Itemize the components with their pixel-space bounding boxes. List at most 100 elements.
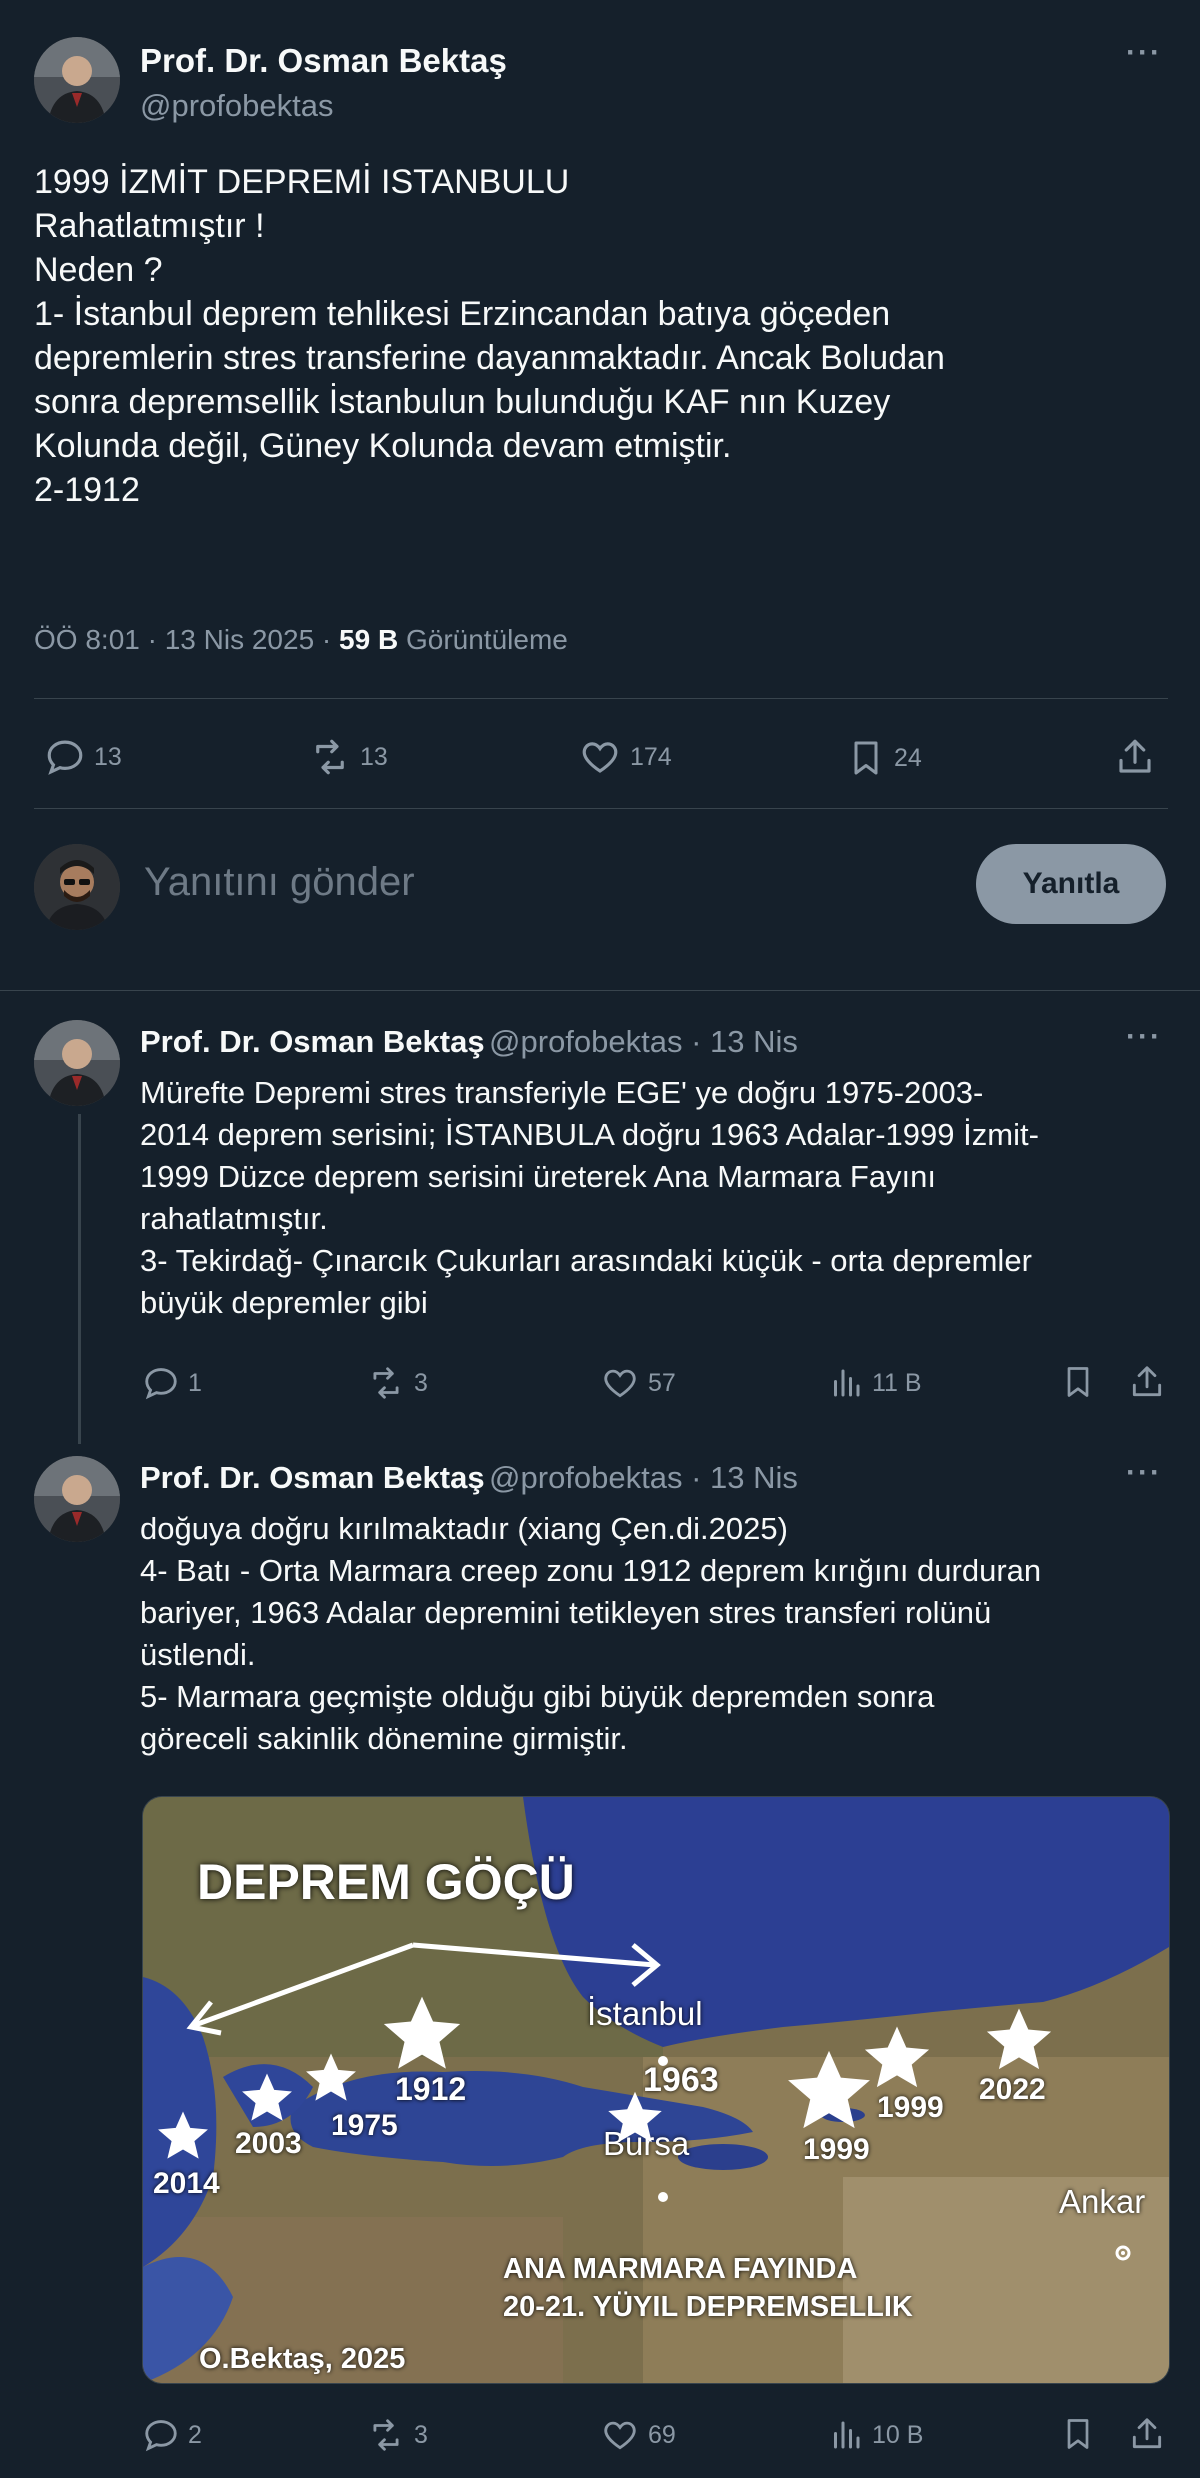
like-button[interactable]: 174 xyxy=(578,736,672,778)
map-caption: ANA MARMARA FAYINDA xyxy=(503,2253,858,2285)
more-options-icon[interactable]: ··· xyxy=(1126,1456,1162,1490)
thread-connector xyxy=(78,1114,81,1444)
reply-body: Mürefte Depremi stres transferiyle EGE' … xyxy=(140,1072,1170,1324)
analytics-icon xyxy=(834,2421,860,2449)
reply-line: rahatlatmıştır. xyxy=(140,1201,328,1236)
views-button[interactable]: 10 B xyxy=(828,2416,923,2454)
author-name[interactable]: Prof. Dr. Osman Bektaş xyxy=(140,1460,485,1495)
reply-line: bariyer, 1963 Adalar depremini tetikleye… xyxy=(140,1595,992,1630)
tweet-line: sonra depremsellik İstanbulun bulunduğu … xyxy=(34,383,891,421)
author-handle[interactable]: @profobektas xyxy=(140,88,333,124)
divider xyxy=(0,990,1200,991)
retweet-icon xyxy=(373,2419,399,2451)
city-label-ankara: Ankar xyxy=(1059,2183,1146,2220)
share-icon xyxy=(1132,2418,1162,2449)
divider xyxy=(34,698,1168,699)
bookmark-icon xyxy=(1067,2419,1089,2449)
handle-and-time[interactable]: @profobektas · 13 Nis xyxy=(489,1460,798,1495)
tweet-line: depremlerin stres transferine dayanmakta… xyxy=(34,339,945,377)
year-label: 1999 xyxy=(803,2133,870,2166)
like-count: 69 xyxy=(648,2420,676,2449)
share-button[interactable] xyxy=(1128,2414,1166,2454)
more-options-icon[interactable]: ··· xyxy=(1126,1020,1162,1054)
person-icon xyxy=(34,1020,120,1106)
reply-button[interactable]: 2 xyxy=(142,2416,202,2454)
tweet-body: 1999 İZMİT DEPREMİ ISTANBULU Rahatlatmış… xyxy=(34,160,1174,512)
tweet-line: Kolunda değil, Güney Kolunda devam etmiş… xyxy=(34,427,732,465)
retweet-count: 3 xyxy=(414,2420,428,2449)
divider xyxy=(34,808,1168,809)
bookmark-button[interactable] xyxy=(1060,2414,1096,2454)
tweet-timestamp[interactable]: ÖÖ 8:01 · 13 Nis 2025 · xyxy=(34,624,339,655)
like-button[interactable]: 57 xyxy=(600,1364,676,1402)
tweet-meta: ÖÖ 8:01 · 13 Nis 2025 · 59 B Görüntüleme xyxy=(34,624,568,656)
bookmark-count: 24 xyxy=(894,743,922,772)
bookmark-button[interactable]: 24 xyxy=(846,736,922,780)
like-count: 174 xyxy=(630,742,672,771)
retweet-button[interactable]: 3 xyxy=(366,1364,428,1402)
analytics-icon xyxy=(834,1369,860,1397)
retweet-count: 13 xyxy=(360,742,388,771)
bookmark-icon xyxy=(1067,1367,1089,1397)
map-caption: 20-21. YÜYIL DEPREMSELLIK xyxy=(503,2291,913,2323)
reply-count: 2 xyxy=(188,2420,202,2449)
retweet-button[interactable]: 13 xyxy=(308,736,388,778)
city-dot-icon xyxy=(658,2192,668,2202)
reply-button[interactable]: 1 xyxy=(142,1364,202,1402)
author-name[interactable]: Prof. Dr. Osman Bektaş xyxy=(140,1024,485,1059)
reply-line: göreceli sakinlik dönemine girmiştir. xyxy=(140,1721,628,1756)
share-button[interactable] xyxy=(1128,1362,1166,1402)
reply-icon xyxy=(47,740,83,775)
person-icon xyxy=(34,37,120,123)
tweet-line: 2-1912 xyxy=(34,471,140,509)
year-label: 2014 xyxy=(153,2167,220,2200)
share-icon xyxy=(1132,1366,1162,1397)
reply-count: 13 xyxy=(94,742,122,771)
reply-submit-button[interactable]: Yanıtla xyxy=(976,844,1166,924)
earthquake-star-icon xyxy=(864,2026,930,2088)
retweet-icon xyxy=(373,1367,399,1399)
handle-and-time[interactable]: @profobektas · 13 Nis xyxy=(489,1024,798,1059)
reply-input[interactable]: Yanıtını gönder xyxy=(144,860,415,905)
reply-button[interactable]: 13 xyxy=(44,736,122,778)
like-button[interactable]: 69 xyxy=(600,2416,676,2454)
reply-line: üstlendi. xyxy=(140,1637,256,1672)
retweet-count: 3 xyxy=(414,1368,428,1397)
share-button[interactable] xyxy=(1114,736,1156,778)
reply-line: 5- Marmara geçmişte olduğu gibi büyük de… xyxy=(140,1679,935,1714)
year-label: 1975 xyxy=(331,2109,398,2142)
author-avatar[interactable] xyxy=(34,1456,120,1542)
heart-icon xyxy=(604,1369,636,1398)
reply-header: Prof. Dr. Osman Bektaş @profobektas · 13… xyxy=(140,1460,798,1496)
tweet-line: Rahatlatmıştır ! xyxy=(34,207,265,245)
reply-line: 2014 deprem serisini; İSTANBULA doğru 19… xyxy=(140,1117,1039,1152)
view-label: Görüntüleme xyxy=(405,624,568,655)
bookmark-button[interactable] xyxy=(1060,1362,1096,1402)
reply-line: 3- Tekirdağ- Çınarcık Çukurları arasında… xyxy=(140,1243,1032,1278)
bookmark-icon xyxy=(854,741,878,775)
city-dot-icon xyxy=(1115,2245,1131,2261)
views-count: 11 B xyxy=(872,1368,922,1397)
like-count: 57 xyxy=(648,1368,676,1397)
author-avatar[interactable] xyxy=(34,1020,120,1106)
author-avatar[interactable] xyxy=(34,37,120,123)
city-label-istanbul: İstanbul xyxy=(587,1995,703,2032)
current-user-avatar[interactable] xyxy=(34,844,120,930)
earthquake-star-icon xyxy=(242,2073,292,2121)
author-name[interactable]: Prof. Dr. Osman Bektaş xyxy=(140,42,507,80)
person-icon xyxy=(34,844,120,930)
reply-line: doğuya doğru kırılmaktadır (xiang Çen.di… xyxy=(140,1511,788,1546)
views-count: 10 B xyxy=(872,2420,924,2449)
attached-image[interactable]: DEPREM GÖÇÜ İstanbul Bursa Ankar 1912 19… xyxy=(142,1796,1170,2384)
views-button[interactable]: 11 B xyxy=(828,1364,922,1402)
share-icon xyxy=(1119,739,1151,773)
reply-body: doğuya doğru kırılmaktadır (xiang Çen.di… xyxy=(140,1508,1170,1760)
year-label: 2022 xyxy=(979,2073,1046,2106)
retweet-button[interactable]: 3 xyxy=(366,2416,428,2454)
retweet-icon xyxy=(316,739,344,775)
reply-icon xyxy=(145,2420,177,2452)
heart-icon xyxy=(604,2421,636,2450)
more-options-icon[interactable]: ··· xyxy=(1126,36,1162,70)
year-label: 1963 xyxy=(643,2061,719,2099)
year-label: 1912 xyxy=(395,2071,467,2107)
